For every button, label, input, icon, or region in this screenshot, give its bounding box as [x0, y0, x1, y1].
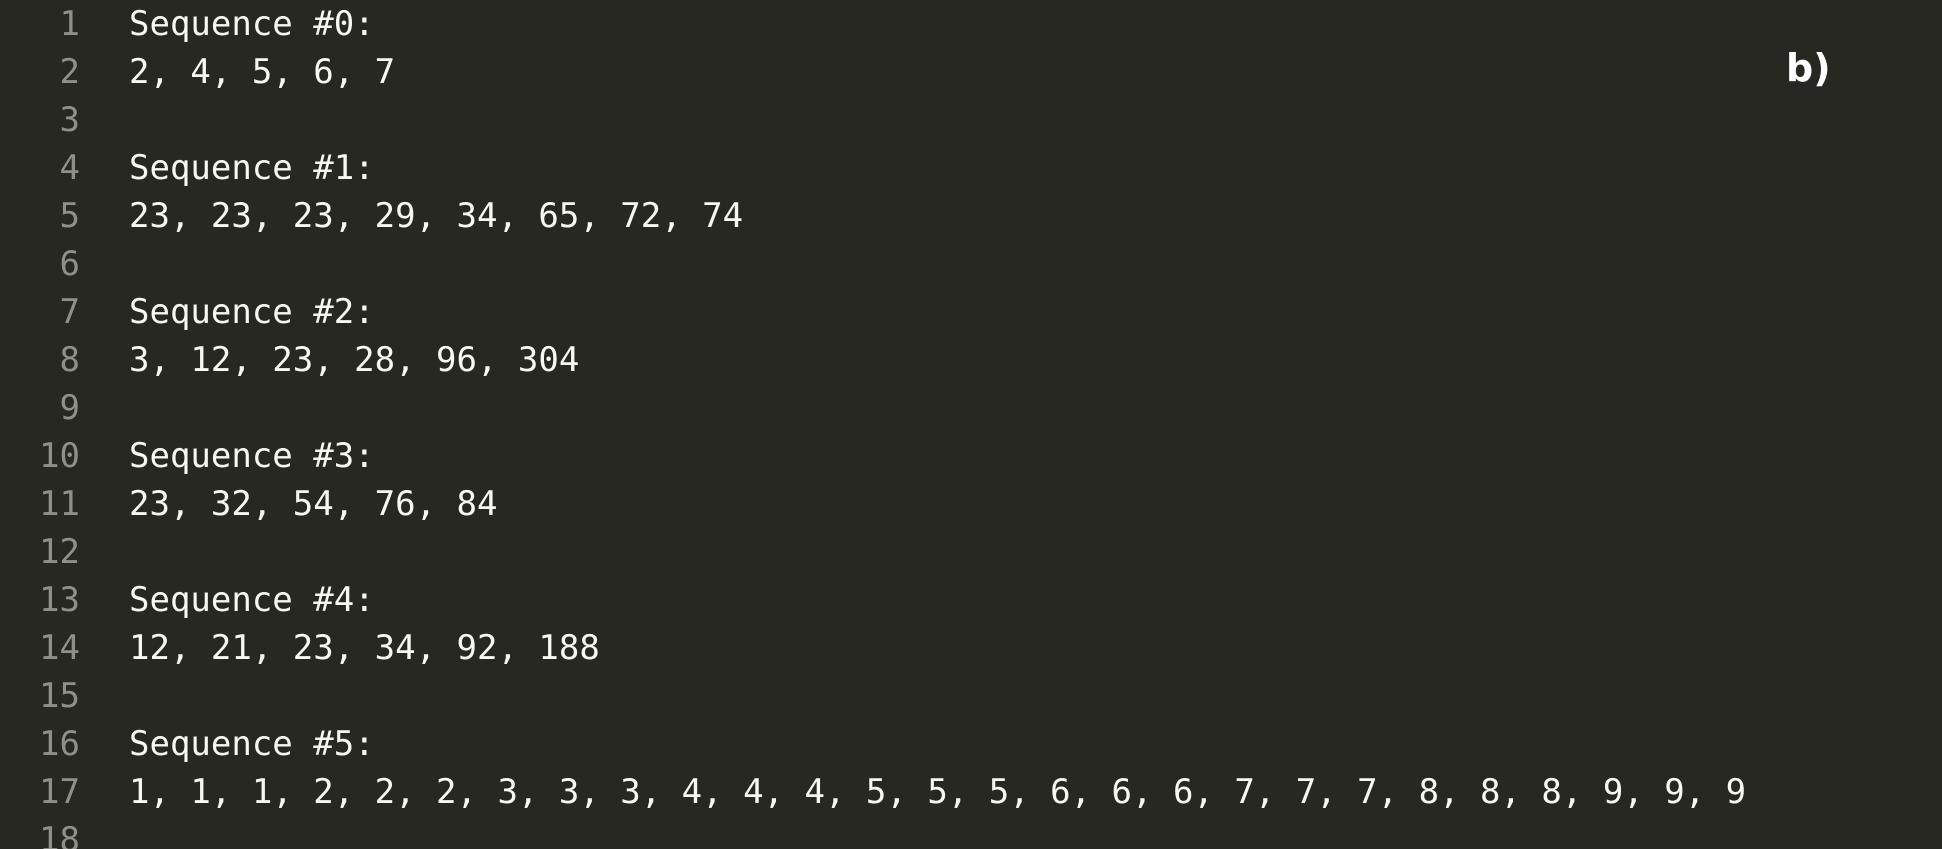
code-line[interactable]: 1, 1, 1, 2, 2, 2, 3, 3, 3, 4, 4, 4, 5, 5… — [129, 768, 1746, 816]
code-line[interactable]: 3, 12, 23, 28, 96, 304 — [129, 336, 579, 384]
code-line[interactable]: 2, 4, 5, 6, 7 — [129, 48, 395, 96]
code-line[interactable]: Sequence #4: — [129, 576, 375, 624]
text-editor[interactable]: 1 2 3 4 5 6 7 8 9 10 11 12 13 14 15 16 1… — [0, 0, 1942, 849]
panel-label: b) — [1786, 46, 1831, 90]
code-area[interactable]: Sequence #0: 2, 4, 5, 6, 7 Sequence #1: … — [0, 0, 1942, 849]
code-line[interactable]: 23, 23, 23, 29, 34, 65, 72, 74 — [129, 192, 743, 240]
code-line[interactable]: 12, 21, 23, 34, 92, 188 — [129, 624, 600, 672]
code-line[interactable]: Sequence #0: — [129, 0, 375, 48]
code-line[interactable]: Sequence #5: — [129, 720, 375, 768]
code-line[interactable]: Sequence #3: — [129, 432, 375, 480]
code-line[interactable]: Sequence #1: — [129, 144, 375, 192]
code-line[interactable]: Sequence #2: — [129, 288, 375, 336]
code-line[interactable]: 23, 32, 54, 76, 84 — [129, 480, 497, 528]
